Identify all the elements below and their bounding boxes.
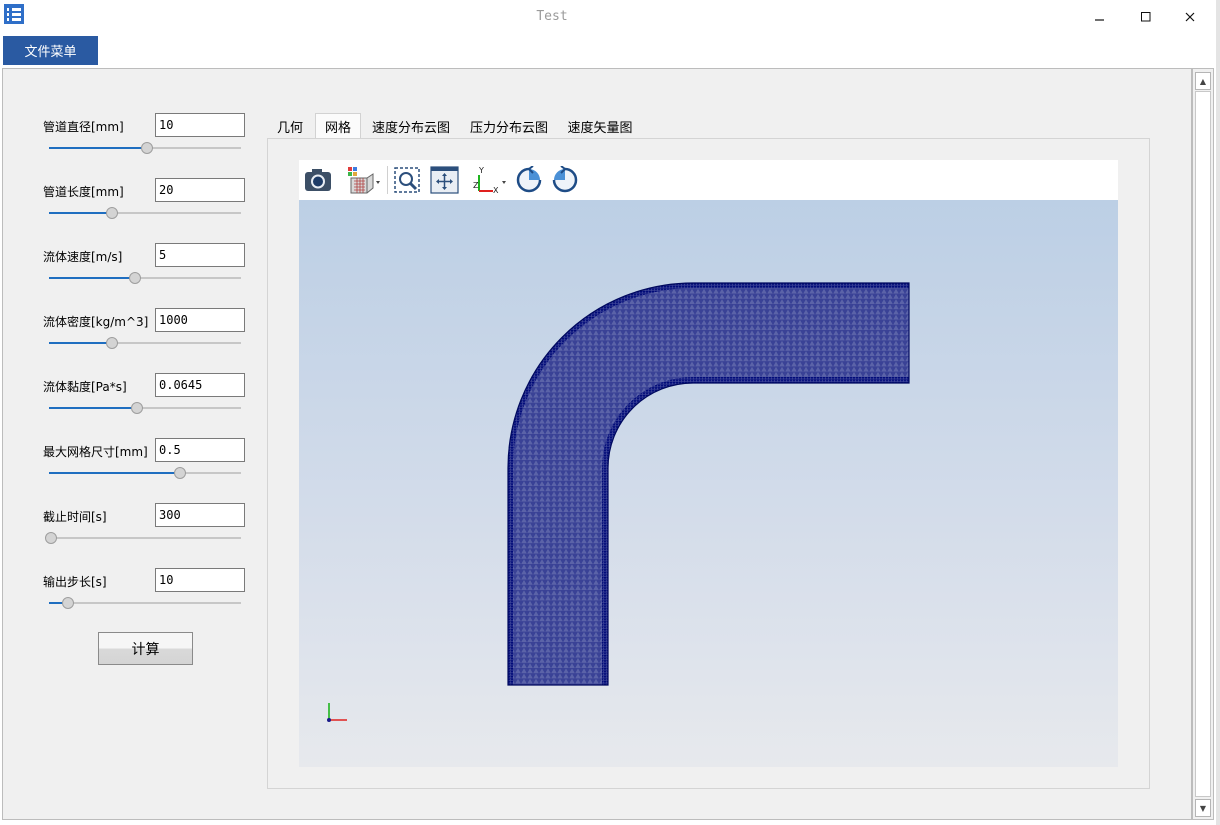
- slider-fill: [49, 472, 180, 474]
- param-label: 流体密度[kg/m^3]: [43, 315, 149, 329]
- slider-fill: [49, 342, 112, 344]
- slider-thumb[interactable]: [106, 337, 118, 349]
- zoom-box-icon[interactable]: [393, 166, 423, 194]
- tab-3[interactable]: 压力分布云图: [461, 113, 557, 139]
- param-input[interactable]: 5: [155, 243, 245, 267]
- render-scene[interactable]: [299, 200, 1118, 767]
- slider-groove: [49, 537, 241, 539]
- param-input[interactable]: 300: [155, 503, 245, 527]
- file-menu[interactable]: 文件菜单: [3, 36, 98, 65]
- axis-orientation-icon[interactable]: Y Z X: [473, 166, 509, 195]
- scroll-up-button[interactable]: ▲: [1195, 72, 1211, 90]
- tab-2[interactable]: 速度分布云图: [363, 113, 459, 139]
- vertical-scrollbar[interactable]: ▲ ▼: [1192, 68, 1214, 820]
- param-slider[interactable]: [49, 401, 241, 415]
- svg-text:X: X: [493, 186, 499, 194]
- slider-fill: [49, 147, 147, 149]
- param-slider[interactable]: [49, 206, 241, 220]
- param-label: 流体速度[m/s]: [43, 250, 123, 264]
- title-bar: Test: [0, 0, 1220, 34]
- param-input[interactable]: 0.5: [155, 438, 245, 462]
- axis-triad-icon: [327, 703, 347, 722]
- slider-thumb[interactable]: [62, 597, 74, 609]
- slider-fill: [49, 407, 137, 409]
- param-slider[interactable]: [49, 336, 241, 350]
- param-slider[interactable]: [49, 141, 241, 155]
- param-label: 管道直径[mm]: [43, 120, 124, 134]
- rotate-cw-icon[interactable]: [514, 165, 544, 194]
- slider-thumb[interactable]: [174, 467, 186, 479]
- menu-bar: 文件菜单: [0, 34, 1220, 66]
- slider-fill: [49, 212, 112, 214]
- slider-fill: [49, 277, 135, 279]
- param-label: 最大网格尺寸[mm]: [43, 445, 148, 459]
- rotate-ccw-icon[interactable]: [550, 165, 580, 194]
- maximize-button[interactable]: [1124, 4, 1168, 30]
- param-input[interactable]: 10: [155, 113, 245, 137]
- toolbar-separator: [387, 166, 388, 194]
- param-label: 输出步长[s]: [43, 575, 107, 589]
- slider-thumb[interactable]: [129, 272, 141, 284]
- param-input[interactable]: 0.0645: [155, 373, 245, 397]
- param-input[interactable]: 20: [155, 178, 245, 202]
- param-label: 截止时间[s]: [43, 510, 107, 524]
- tab-1[interactable]: 网格: [315, 113, 361, 139]
- svg-text:Z: Z: [473, 181, 479, 190]
- fit-view-icon[interactable]: [430, 166, 460, 194]
- mesh-viewer: Y Z X: [299, 160, 1118, 767]
- param-slider[interactable]: [45, 531, 241, 545]
- close-button[interactable]: [1168, 4, 1212, 30]
- scrollbar-track[interactable]: [1195, 91, 1211, 797]
- slider-thumb[interactable]: [106, 207, 118, 219]
- close-icon: [1185, 12, 1195, 22]
- camera-icon[interactable]: [303, 166, 333, 194]
- main-panel: 管道直径[mm] 10 管道长度[mm] 20 流体速度[m/s] 5 流体密度[kg/m^…: [2, 68, 1192, 820]
- param-slider[interactable]: [49, 271, 241, 285]
- scroll-down-button[interactable]: ▼: [1195, 799, 1211, 817]
- param-slider[interactable]: [49, 596, 241, 610]
- param-input[interactable]: 1000: [155, 308, 245, 332]
- param-slider[interactable]: [49, 466, 241, 480]
- window-title: Test: [536, 9, 568, 24]
- tab-0[interactable]: 几何: [267, 113, 313, 139]
- minimize-button[interactable]: [1078, 4, 1122, 30]
- slider-thumb[interactable]: [45, 532, 57, 544]
- slider-thumb[interactable]: [141, 142, 153, 154]
- svg-text:Y: Y: [478, 166, 484, 175]
- viewer-toolbar: Y Z X: [299, 160, 1118, 200]
- param-label: 管道长度[mm]: [43, 185, 124, 199]
- tab-4[interactable]: 速度矢量图: [559, 113, 641, 139]
- calculate-button[interactable]: 计算: [98, 632, 193, 665]
- slider-thumb[interactable]: [131, 402, 143, 414]
- display-mode-icon[interactable]: [345, 166, 381, 194]
- minimize-icon: [1095, 19, 1104, 21]
- param-input[interactable]: 10: [155, 568, 245, 592]
- pipe-mesh: [507, 282, 910, 686]
- window-edge: [1216, 0, 1220, 825]
- maximize-icon: [1141, 12, 1151, 22]
- tab-pane: Y Z X: [267, 138, 1150, 789]
- slider-groove: [49, 602, 241, 604]
- param-label: 流体黏度[Pa*s]: [43, 380, 127, 394]
